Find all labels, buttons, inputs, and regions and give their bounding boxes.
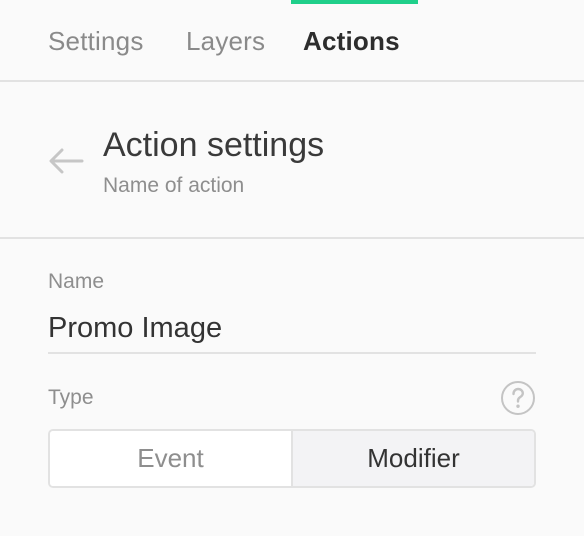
- arrow-left-icon[interactable]: [48, 148, 84, 174]
- tab-settings[interactable]: Settings: [48, 26, 144, 57]
- type-option-event[interactable]: Event: [50, 431, 293, 486]
- type-segmented-control: Event Modifier: [48, 429, 536, 488]
- question-circle-icon[interactable]: [500, 380, 536, 416]
- action-settings-header: Action settings Name of action: [0, 82, 584, 239]
- type-field-label: Type: [48, 386, 94, 409]
- type-option-modifier[interactable]: Modifier: [293, 431, 534, 486]
- page-subtitle: Name of action: [103, 174, 245, 197]
- tab-bar: Settings Layers Actions: [0, 0, 584, 82]
- name-field[interactable]: [48, 304, 536, 354]
- tab-layers[interactable]: Layers: [186, 26, 265, 57]
- action-settings-panel: Settings Layers Actions Action settings …: [0, 0, 584, 536]
- page-title: Action settings: [103, 126, 325, 164]
- tab-actions[interactable]: Actions: [303, 26, 400, 57]
- name-field-label: Name: [48, 270, 105, 293]
- active-tab-indicator: [291, 0, 418, 4]
